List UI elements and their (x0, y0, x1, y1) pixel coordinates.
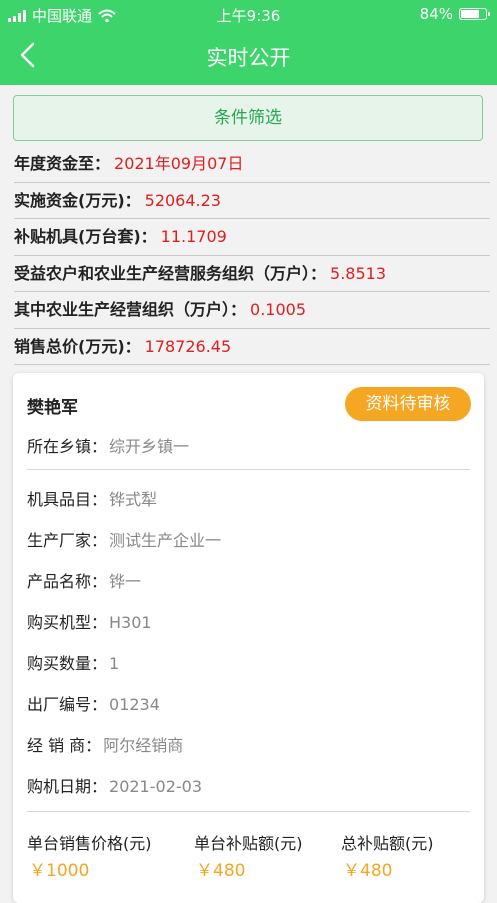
summary-label: 实施资金(万元)： (14, 190, 141, 210)
field-value: 铧式犁 (109, 490, 158, 509)
field-value: 1 (109, 654, 120, 673)
summary-label: 销售总价(万元)： (14, 336, 141, 356)
total-subsidy-value: ￥480 (343, 861, 393, 881)
summary-row-sales: 销售总价(万元)： 178726.45 (14, 329, 490, 365)
field-product: 产品名称： 铧一 (27, 568, 141, 592)
field-value: 综开乡镇一 (109, 437, 190, 456)
battery-icon (459, 8, 490, 20)
field-value: 测试生产企业一 (109, 531, 222, 550)
battery-percent: 84% (419, 5, 453, 23)
field-label: 出厂编号： (27, 695, 108, 714)
summary-label: 受益农户和农业生产经营服务组织（万户）： (14, 263, 327, 283)
summary-list: 年度资金至： 2021年09月07日 实施资金(万元)： 52064.23 补贴机具… (14, 146, 490, 365)
field-label: 经 销 商： (27, 736, 102, 755)
summary-row-funds: 实施资金(万元)： 52064.23 (14, 183, 490, 219)
summary-value: 52064.23 (144, 190, 221, 210)
summary-value: 0.1005 (250, 300, 306, 319)
field-value: H301 (109, 613, 152, 632)
divider (27, 469, 470, 470)
field-label: 生产厂家： (27, 531, 108, 550)
field-label: 购买数量： (27, 654, 108, 673)
summary-label: 补贴机具(万台套)： (14, 227, 157, 246)
filter-button[interactable]: 条件筛选 (13, 95, 483, 141)
field-category: 机具品目： 铧式犁 (27, 486, 157, 510)
field-value: 01234 (109, 695, 160, 714)
divider (27, 811, 470, 812)
field-value: 2021-02-03 (109, 777, 202, 796)
field-label: 购机日期： (27, 777, 108, 796)
field-value: 阿尔经销商 (103, 736, 184, 755)
summary-value: 2021年09月07日 (114, 154, 244, 173)
unit-price-value: ￥1000 (29, 861, 90, 881)
field-manufacturer: 生产厂家： 测试生产企业一 (27, 527, 221, 551)
field-town: 所在乡镇： 综开乡镇一 (27, 433, 189, 457)
field-label: 购买机型： (27, 613, 108, 632)
summary-row-year: 年度资金至： 2021年09月07日 (14, 146, 490, 183)
field-label: 产品名称： (27, 572, 108, 591)
field-quantity: 购买数量： 1 (27, 650, 119, 674)
status-bar: 中国联通 上午9:36 84% (0, 0, 497, 28)
summary-label: 年度资金至： (14, 154, 111, 173)
unit-subsidy-label: 单台补贴额(元) (194, 834, 303, 853)
unit-price-label: 单台销售价格(元) (27, 834, 152, 853)
summary-value: 178726.45 (144, 336, 232, 356)
field-model: 购买机型： H301 (27, 609, 152, 633)
app-header: 中国联通 上午9:36 84% 实时公开 (0, 0, 497, 85)
summary-row-organizations: 其中农业生产经营组织（万户）： 0.1005 (14, 292, 490, 329)
summary-label: 其中农业生产经营组织（万户）： (14, 300, 247, 319)
summary-row-machines: 补贴机具(万台套)： 11.1709 (14, 219, 490, 256)
summary-value: 5.8513 (330, 263, 386, 283)
field-label: 机具品目： (27, 490, 108, 509)
total-subsidy-label: 总补贴额(元) (341, 834, 434, 853)
field-value: 铧一 (109, 572, 142, 591)
status-badge: 资料待审核 (345, 387, 471, 421)
summary-row-beneficiaries: 受益农户和农业生产经营服务组织（万户）： 5.8513 (14, 256, 490, 292)
summary-value: 11.1709 (160, 227, 227, 246)
nav-bar: 实时公开 (0, 30, 497, 82)
page-title: 实时公开 (206, 46, 291, 70)
field-label: 所在乡镇： (27, 437, 108, 456)
record-card[interactable]: 樊艳军 资料待审核 所在乡镇： 综开乡镇一 机具品目： 铧式犁 生产厂家： 测试生产企… (13, 373, 484, 903)
unit-subsidy-value: ￥480 (196, 861, 246, 881)
field-purchase-date: 购机日期： 2021-02-03 (27, 773, 202, 797)
field-serial: 出厂编号： 01234 (27, 691, 160, 715)
field-dealer: 经 销 商： 阿尔经销商 (27, 732, 183, 756)
applicant-name: 樊艳军 (27, 398, 78, 418)
